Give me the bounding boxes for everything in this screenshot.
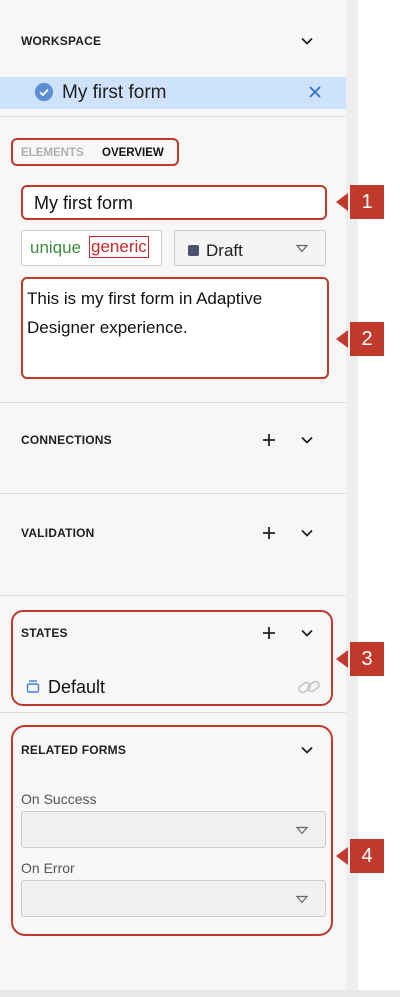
caret-down-icon: [296, 826, 308, 835]
workspace-title: WORKSPACE: [21, 34, 102, 48]
bottom-bar: [0, 990, 400, 997]
status-value: Draft: [206, 241, 243, 260]
tab-elements[interactable]: ELEMENTS: [21, 147, 84, 159]
form-name-value: My first form: [34, 193, 133, 213]
workspace-item-label: My first form: [62, 82, 167, 103]
caret-down-icon: [296, 244, 308, 253]
stack-icon: [26, 680, 40, 693]
related-forms-title: RELATED FORMS: [21, 743, 127, 757]
validation-title: VALIDATION: [21, 526, 95, 540]
chevron-down-icon[interactable]: [299, 432, 315, 448]
chevron-down-icon[interactable]: [299, 525, 315, 541]
on-error-select[interactable]: [21, 880, 326, 917]
tab-overview[interactable]: OVERVIEW: [102, 147, 164, 159]
callout-1: 1: [350, 185, 384, 219]
divider: [0, 402, 346, 403]
plus-icon[interactable]: [261, 525, 277, 541]
callout-arrow: [336, 847, 348, 865]
state-item-default[interactable]: Default: [48, 677, 105, 698]
callout-arrow: [336, 193, 348, 211]
link-icon[interactable]: [297, 678, 321, 696]
callout-arrow: [336, 650, 348, 668]
on-success-select[interactable]: [21, 811, 326, 848]
callout-2: 2: [350, 322, 384, 356]
callout-arrow: [336, 330, 348, 348]
on-success-label: On Success: [21, 791, 97, 807]
callout-3: 3: [350, 642, 384, 676]
caret-down-icon: [296, 895, 308, 904]
description-value: This is my first form in Adaptive Design…: [27, 289, 263, 337]
callout-4: 4: [350, 839, 384, 873]
check-circle-icon: [35, 83, 53, 101]
plus-icon[interactable]: [261, 432, 277, 448]
chevron-down-icon[interactable]: [299, 742, 315, 758]
tag-unique[interactable]: unique: [30, 238, 81, 258]
plus-icon[interactable]: [261, 625, 277, 641]
divider: [0, 116, 346, 117]
on-error-label: On Error: [21, 860, 75, 876]
close-icon[interactable]: [307, 84, 323, 100]
divider: [0, 493, 346, 494]
states-title: STATES: [21, 626, 68, 640]
connections-title: CONNECTIONS: [21, 433, 112, 447]
tag-generic[interactable]: generic: [89, 236, 149, 258]
status-dot-icon: [188, 245, 199, 256]
chevron-down-icon[interactable]: [299, 33, 315, 49]
divider: [0, 595, 346, 596]
chevron-down-icon[interactable]: [299, 625, 315, 641]
divider: [0, 712, 346, 713]
